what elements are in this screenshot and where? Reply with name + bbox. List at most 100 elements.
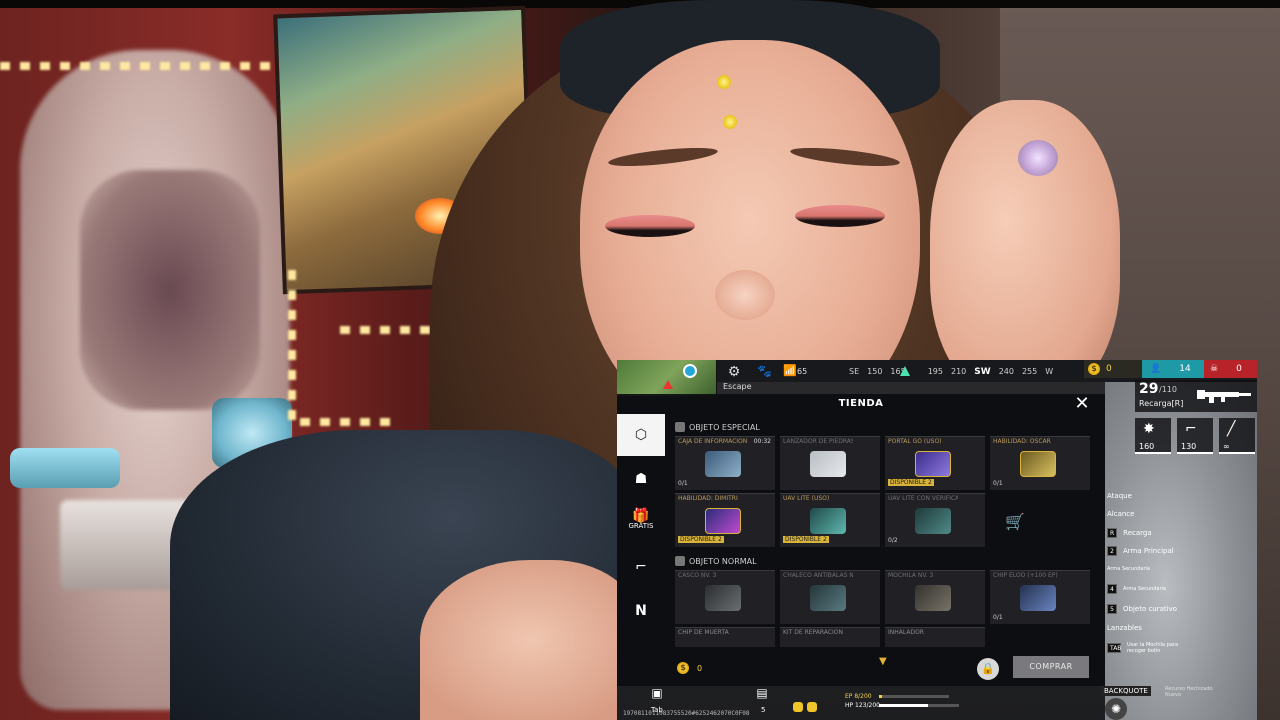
uav-verify-icon [915,508,951,534]
keybind-row[interactable]: 2 Arma Principal [1107,546,1174,556]
gun-icon: ⌐ [635,559,647,575]
keybind-row[interactable]: Lanzables [1107,624,1142,632]
shop-item[interactable]: CAJA DE INFORMACIÓN 00:32 0/1 [675,436,775,490]
gear-icon[interactable]: ⚙ [725,363,743,381]
shop-item[interactable]: KIT DE REPARACIÓN [780,627,880,647]
keybind-row[interactable]: Ataque [1107,492,1132,500]
team-counter: 👤 14 [1142,360,1204,378]
item-slot-icon[interactable] [807,702,817,712]
compass-mark: 195 [927,367,943,376]
section-special-header: OBJETO ESPECIAL [675,422,760,432]
shop-item[interactable]: MOCHILA NV. 3 [885,570,985,624]
shop-item[interactable]: HABILIDAD: OSCAR 0/1 [990,436,1090,490]
paw-icon[interactable]: 🐾 [757,364,772,378]
shop-item[interactable]: HABILIDAD: DIMITRI DISPONIBLE 2 [675,493,775,547]
cart-icon[interactable]: 🛒 [1005,512,1025,531]
shop-panel: TIENDA ✕ ⬡ ☗ 🎁 GRATIS ⌐ N OBJETO ESPECIAL… [617,394,1105,686]
backquote-key[interactable]: BACKQUOTE [1101,686,1151,696]
weapon-slot-primary[interactable]: ✸ 160 [1135,418,1171,454]
person-shoulder [420,560,640,720]
ep-label: EP 8/200 [845,693,872,700]
tab-armor[interactable]: ☗ [617,458,665,500]
shop-item[interactable]: INHALADOR [885,627,985,647]
vest-icon [810,585,846,611]
shop-item[interactable]: UAV LITE (USO) DISPONIBLE 2 [780,493,880,547]
keybind-row[interactable]: 4 Arma Secundaria [1107,584,1166,594]
shop-item[interactable]: CHIP ELOO (+100 EP) 0/1 [990,570,1090,624]
pistol-icon: ⌐ [1185,421,1197,437]
shop-item[interactable]: CHALECO ANTIBALAS NV. 3 [780,570,880,624]
keybind-row[interactable]: R Recarga [1107,528,1152,538]
keybind-row[interactable]: Alcance [1107,510,1134,518]
oscar-skill-icon [1020,451,1056,477]
ammo-count: 29 [1139,381,1159,397]
tab-free[interactable]: 🎁 GRATIS [617,502,665,544]
bag-icon[interactable]: ▤ [751,686,773,708]
shop-item[interactable]: PORTAL GO (USO) DISPONIBLE 2 [885,436,985,490]
footer-coin-balance: $ 0 [677,662,702,674]
keybind-label: Ataque [1107,492,1132,500]
compass-mark: 150 [867,367,883,376]
keybind-key: R [1107,528,1118,538]
keybind-row[interactable]: 5 Objeto curativo [1107,604,1177,614]
shop-item[interactable]: CHIP DE MUERTA [675,627,775,647]
skull-icon: ☠ [1210,364,1219,374]
buy-button[interactable]: COMPRAR [1013,656,1089,678]
bag-key-label: 5 [761,706,766,714]
slot-value: ∞ [1223,442,1230,451]
coin-icon: $ [1088,363,1100,375]
vest-icon: ☗ [634,471,648,487]
keybind-key: 5 [1107,604,1117,614]
item-name: MOCHILA NV. 3 [888,572,934,579]
item-stock: 0/1 [993,614,1003,621]
hex-icon [675,422,685,432]
tab-n[interactable]: N [617,590,665,632]
shop-item[interactable]: LANZADOR DE PIEDRAS NIEVE [780,436,880,490]
compass-mark: 210 [950,367,967,376]
string-lights-top [0,62,280,70]
weapon-slot-melee[interactable]: ╱ ∞ [1219,418,1255,454]
keybind-key: 2 [1107,546,1117,556]
minimap[interactable] [617,360,717,396]
keybind-label: Arma Secundaria [1107,566,1150,572]
hp-bar [879,704,959,707]
close-icon[interactable]: ✕ [1072,394,1092,414]
item-name: UAV LITE (USO) [783,495,830,502]
uav-icon [810,508,846,534]
item-available: DISPONIBLE 2 [888,479,934,486]
minimap-enemy-marker [663,380,673,389]
webcam-lamp-left [10,448,120,488]
shop-item[interactable]: CASCO NV. 3 [675,570,775,624]
keybind-label: Arma Principal [1123,547,1174,555]
bag-icon [675,556,685,566]
n-icon: N [635,603,647,619]
skill-icon[interactable]: ✺ [1105,698,1127,720]
quick-items [793,702,817,712]
tab-special[interactable]: ⬡ [617,414,665,456]
person-icon: 👤 [1150,364,1162,374]
backquote-hint: Recurso Hechizado Nuevo [1165,686,1213,698]
string-lights-vertical [288,270,296,430]
inventory-icon[interactable]: ▣ [647,686,667,706]
compass-heading-icon [900,366,910,376]
tab-weapons[interactable]: ⌐ [617,546,665,588]
keybind-row[interactable]: TAB Usar la Mochila para recoger botín [1107,642,1187,654]
shop-title: TIENDA [838,398,884,409]
stream-frame: ⚙ Escape 🐾 📶 65 SE 150 165 195 210 SW 24… [0,0,1280,720]
dimitri-skill-icon [705,508,741,534]
ep-bar [879,695,949,698]
weapon-slot-secondary[interactable]: ⌐ 130 [1177,418,1213,454]
ping-value: 65 [797,367,808,376]
wifi-icon: 📶 [783,364,797,377]
section-title: OBJETO ESPECIAL [689,422,760,432]
ammo-panel[interactable]: 29 /110 Recarga[R] [1135,380,1257,412]
lock-icon[interactable]: 🔒 [977,658,999,680]
coin-value: 0 [1106,364,1112,374]
shop-item[interactable]: UAV LITE CON VERIFICACIÓN 0/2 [885,493,985,547]
item-slot-icon[interactable] [793,702,803,712]
keybind-row[interactable]: Arma Secundaria [1107,566,1150,572]
face-gem-bottom [723,115,737,129]
compass-strip: SE 150 165 195 210 SW 240 255 W [849,367,1053,377]
ep-hp-readout: EP 8/200 HP 123/200 [845,692,880,710]
chevron-down-icon[interactable]: ▼ [879,656,887,667]
